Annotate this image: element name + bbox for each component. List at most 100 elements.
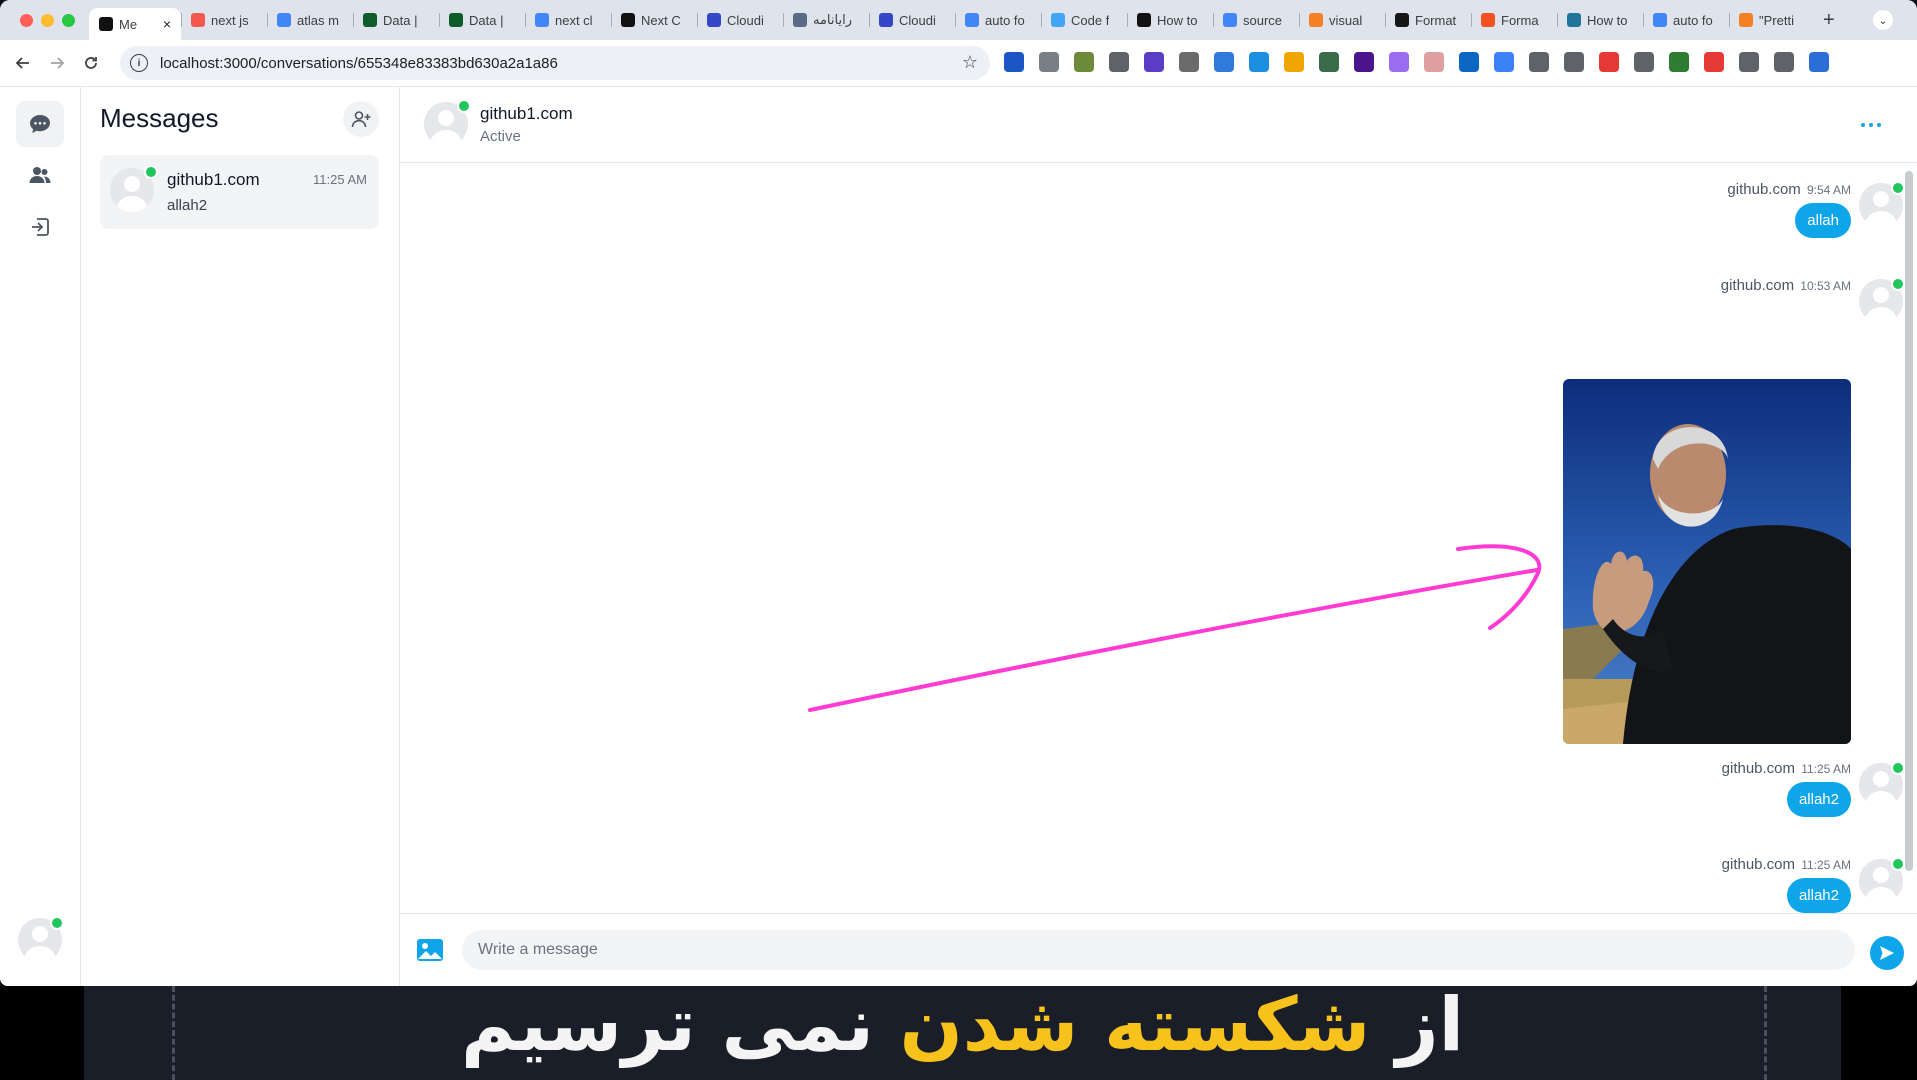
message-sender: github.com <box>1721 856 1796 873</box>
conversation-item[interactable]: github1.com 11:25 AM allah2 <box>100 155 379 229</box>
extension-icon[interactable] <box>1039 52 1059 72</box>
message-composer <box>400 913 1917 986</box>
browser-tab[interactable]: auto fo <box>955 5 1041 35</box>
extension-icon[interactable] <box>1529 52 1549 72</box>
new-group-button[interactable] <box>343 101 379 137</box>
extension-icon[interactable] <box>1669 52 1689 72</box>
upload-image-button[interactable] <box>416 938 444 962</box>
online-status-dot <box>1891 277 1905 291</box>
extension-icon[interactable] <box>1424 52 1444 72</box>
tab-close-icon[interactable]: × <box>163 16 171 32</box>
more-options-icon[interactable] <box>1861 123 1881 127</box>
bookmark-star-icon[interactable]: ☆ <box>962 52 978 73</box>
extension-icon[interactable] <box>1004 52 1024 72</box>
users-nav-button[interactable] <box>16 152 64 198</box>
browser-tab[interactable]: Code f <box>1041 5 1127 35</box>
tab-title: Data | <box>383 12 418 28</box>
tab-title: Forma <box>1501 12 1539 28</box>
browser-tab[interactable]: How to <box>1557 5 1643 35</box>
browser-tab[interactable]: Cloudi <box>697 5 783 35</box>
tab-title: Cloudi <box>899 12 936 28</box>
extension-icon[interactable] <box>1774 52 1794 72</box>
extension-icon[interactable] <box>1074 52 1094 72</box>
browser-tab[interactable]: رایانامه <box>783 5 869 35</box>
current-user-avatar[interactable] <box>18 916 64 962</box>
tab-favicon-icon <box>191 13 205 27</box>
new-tab-button[interactable]: + <box>1823 9 1835 32</box>
extension-icon[interactable] <box>1704 52 1724 72</box>
browser-tab[interactable]: "Pretti <box>1729 5 1815 35</box>
tabs: Me × next js atlas m Data | Data | next cl Next… <box>89 0 1815 40</box>
user-add-icon <box>351 111 371 128</box>
extension-icon[interactable] <box>1599 52 1619 72</box>
browser-tab[interactable]: Format <box>1385 5 1471 35</box>
tab-title: رایانامه <box>813 12 852 27</box>
browser-tab[interactable]: source <box>1213 5 1299 35</box>
minimize-window-button[interactable] <box>41 13 54 27</box>
browser-tab[interactable]: auto fo <box>1643 5 1729 35</box>
extension-icon[interactable] <box>1354 52 1374 72</box>
extension-icon[interactable] <box>1179 52 1199 72</box>
message-time: 9:54 AM <box>1806 183 1851 197</box>
browser-tab[interactable]: next cl <box>525 5 611 35</box>
extension-icon[interactable] <box>1109 52 1129 72</box>
extension-icon[interactable] <box>1144 52 1164 72</box>
users-icon <box>29 167 51 183</box>
extension-icon[interactable] <box>1809 52 1829 72</box>
message: github.com 10:53 AM <box>1721 277 1851 294</box>
site-info-icon[interactable]: i <box>130 54 148 72</box>
tab-search-icon[interactable]: ⌄ <box>1873 10 1893 30</box>
portrait-photo[interactable] <box>1563 379 1851 744</box>
browser-tab[interactable]: Me × <box>89 8 181 40</box>
tab-title: Data | <box>469 12 504 28</box>
tab-favicon-icon <box>793 13 807 27</box>
extension-icon[interactable] <box>1389 52 1409 72</box>
extension-icon[interactable] <box>1319 52 1339 72</box>
message-input[interactable] <box>462 930 1855 970</box>
back-button[interactable] <box>12 52 34 74</box>
extension-icon[interactable] <box>1249 52 1269 72</box>
tab-title: Me <box>119 16 138 32</box>
tab-title: Code f <box>1071 12 1110 28</box>
extension-icon[interactable] <box>1494 52 1514 72</box>
browser-tab[interactable]: Next C <box>611 5 697 35</box>
browser-tab[interactable]: Cloudi <box>869 5 955 35</box>
extension-icon[interactable] <box>1284 52 1304 72</box>
extension-icon[interactable] <box>1564 52 1584 72</box>
extension-icon[interactable] <box>1459 52 1479 72</box>
logout-nav-button[interactable] <box>16 204 64 250</box>
browser-tab[interactable]: atlas m <box>267 5 353 35</box>
close-window-button[interactable] <box>20 13 33 27</box>
tab-title: Next C <box>641 12 681 28</box>
message-meta: github.com 11:25 AM <box>1722 760 1851 777</box>
browser-tab[interactable]: next js <box>181 5 267 35</box>
tab-title: How to <box>1157 12 1198 28</box>
reload-button[interactable] <box>80 52 102 74</box>
maximize-window-button[interactable] <box>62 13 75 27</box>
messages-scrollbar[interactable] <box>1905 171 1913 871</box>
message: github.com 9:54 AM allah <box>1727 181 1851 238</box>
browser-tab[interactable]: How to <box>1127 5 1213 35</box>
browser-tab[interactable]: Data | <box>353 5 439 35</box>
reload-icon <box>85 57 97 69</box>
tab-title: auto fo <box>985 12 1025 28</box>
browser-tab[interactable]: Data | <box>439 5 525 35</box>
extension-icon[interactable] <box>1214 52 1234 72</box>
message-sender: github.com <box>1721 760 1796 777</box>
tab-favicon-icon <box>1653 13 1667 27</box>
extension-icon[interactable] <box>1634 52 1654 72</box>
extension-icon[interactable] <box>1739 52 1759 72</box>
send-button[interactable] <box>1870 936 1904 970</box>
message: github.com 11:25 AM allah2 <box>1722 856 1851 913</box>
address-bar[interactable]: i localhost:3000/conversations/655348e83… <box>120 46 990 80</box>
chat-nav-button[interactable] <box>16 101 64 147</box>
message-time: 10:53 AM <box>1800 279 1851 293</box>
online-status-dot <box>1891 761 1905 775</box>
browser-tab[interactable]: visual <box>1299 5 1385 35</box>
conversation-name: github1.com <box>167 170 260 189</box>
browser-tab[interactable]: Forma <box>1471 5 1557 35</box>
tab-title: "Pretti <box>1759 12 1794 28</box>
image-icon <box>417 939 443 961</box>
address-url[interactable]: localhost:3000/conversations/655348e8338… <box>160 55 558 72</box>
forward-button[interactable] <box>46 52 68 74</box>
